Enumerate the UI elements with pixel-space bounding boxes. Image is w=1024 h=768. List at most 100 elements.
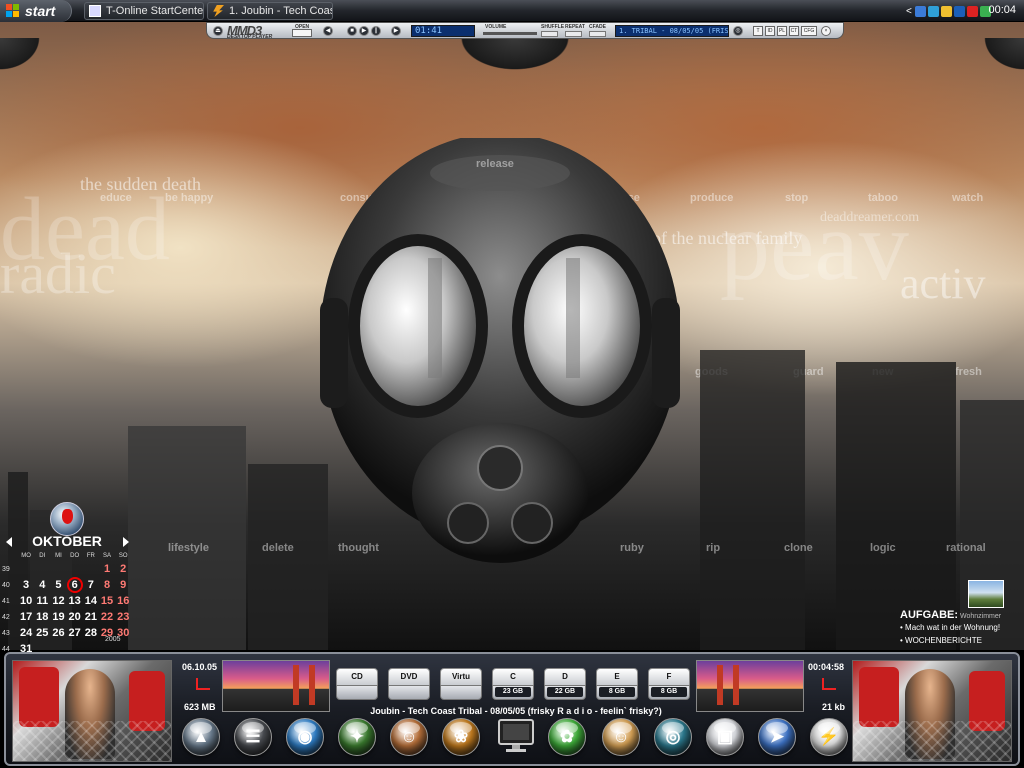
calendar-day[interactable]: 22 [99,611,115,623]
calendar-day[interactable]: 24 [18,627,34,639]
player-shuffle-toggle[interactable] [541,31,558,37]
calendar-day[interactable]: 14 [83,595,99,607]
drive-f[interactable]: F 8 GB [648,668,690,702]
calendar-day[interactable]: 18 [34,611,50,623]
calendar-day[interactable]: 1 [99,563,115,575]
tray-network-icon[interactable] [914,5,926,17]
player-eject-button[interactable]: ⏏ [213,26,223,36]
drive-label: C [492,668,534,686]
now-playing-text: Joubin - Tech Coast Tribal - 08/05/05 (f… [370,706,662,716]
tray-bluetooth-icon[interactable] [953,5,965,17]
desktop-wallpaper: dead radic peav activ the sudden death o… [0,18,1024,650]
calendar-day[interactable]: 28 [83,627,99,639]
calendar-day[interactable]: 16 [115,595,131,607]
calendar-day[interactable]: 19 [50,611,66,623]
calendar-day[interactable]: 27 [67,627,83,639]
folder-icon[interactable]: ▣ [706,718,744,756]
player-pause-button[interactable]: ∥ [371,26,381,36]
calendar-day[interactable]: 4 [34,579,50,591]
tray-antivirus-icon[interactable] [966,5,978,17]
calendar-day[interactable]: 26 [50,627,66,639]
tray-security-icon[interactable] [940,5,952,17]
player-corner-right [964,38,1024,86]
calendar-week-row: 41 10 11 12 13 14 15 16 [2,593,131,609]
taskbar: start T-Online StartCenter 1. Joubin - T… [0,0,1024,22]
calendar-day[interactable]: 15 [99,595,115,607]
shark-icon[interactable]: ▲ [182,718,220,756]
radar-icon[interactable]: ✦ [338,718,376,756]
calendar-day[interactable]: 10 [18,595,34,607]
dock-scene-left[interactable] [222,660,330,712]
wohnzimmer-thumbnail[interactable] [968,580,1004,608]
drive-cd[interactable]: CD [336,668,378,702]
calendar-day[interactable]: 20 [67,611,83,623]
lightning-icon[interactable]: ⚡ [810,718,848,756]
player-t-button[interactable]: T [753,26,763,36]
portrait-icon[interactable]: ☺ [390,718,428,756]
monitor-icon[interactable] [496,718,536,754]
player-time-display: 01:41 [411,25,475,37]
orb-glyph: ◉ [297,727,313,746]
equalizer-icon[interactable]: ☰ [234,718,272,756]
calendar-today-marker: 6 [66,577,83,593]
dragon-icon[interactable]: ❀ [442,718,480,756]
calendar-day[interactable]: 25 [34,627,50,639]
player-repeat-toggle[interactable] [565,31,582,37]
player-close-button[interactable]: × [821,26,831,36]
calendar-day[interactable]: 21 [83,611,99,623]
player-open-button[interactable] [292,29,312,37]
player-logo: MMD3 DESKTOP PLAYER [227,23,272,40]
player-stop-button[interactable]: ■ [347,26,357,36]
explorer-icon[interactable]: ➤ [758,718,796,756]
calendar-widget: OKTOBER MO DI MI DO FR SA SO 39 1 2 40 3 4 5 6 7… [2,500,132,655]
drive-virtual[interactable]: Virtu [440,668,482,702]
calendar-day[interactable]: 23 [115,611,131,623]
calendar-day[interactable]: 7 [83,579,99,591]
taskbar-clock[interactable]: 00:04 [988,4,1016,16]
player-prev-button[interactable]: ◀ [323,26,333,36]
calendar-day-header: MI [55,553,62,559]
tray-expand-arrow-icon[interactable]: < [906,6,912,17]
calendar-day[interactable]: 3 [18,579,34,591]
player-settings-button[interactable]: ◎ [733,26,743,36]
player-id-button[interactable]: ID [765,26,775,36]
drive-d[interactable]: D 22 GB [544,668,586,702]
player-cfade-toggle[interactable] [589,31,606,37]
start-button[interactable]: start [0,0,72,22]
calendar-week-row: 42 17 18 19 20 21 22 23 [2,609,131,625]
drive-dvd[interactable]: DVD [388,668,430,702]
taskbar-window-tonline[interactable]: T-Online StartCenter [84,2,204,20]
calendar-day[interactable]: 9 [115,579,131,591]
orb-glyph: ➤ [769,727,785,746]
calendar-day[interactable]: 5 [50,579,66,591]
player-play-button[interactable]: ▶ [359,26,369,36]
taskbar-window-player[interactable]: 1. Joubin - Tech Coas... [207,2,333,20]
aqua-icon[interactable]: ◎ [654,718,692,756]
calendar-next-month-button[interactable] [123,537,129,547]
player-volume-slider[interactable] [483,32,537,35]
calendar-day[interactable]: 12 [50,595,66,607]
drive-e[interactable]: E 8 GB [596,668,638,702]
drive-c[interactable]: C 23 GB [492,668,534,702]
calendar-day[interactable]: 2 [115,563,131,575]
wallpaper-word-radic: radic [0,241,116,306]
calendar-day[interactable]: 11 [34,595,50,607]
player-pl-button[interactable]: PL [777,26,787,36]
icq-icon[interactable]: ✿ [548,718,586,756]
player-ct-button[interactable]: CT [789,26,799,36]
calendar-day[interactable]: 6 [66,577,83,593]
dock-memory: 623 MB [184,702,216,712]
calendar-day[interactable]: 13 [67,595,83,607]
player-next-button[interactable]: ▶ [391,26,401,36]
globe-icon[interactable]: ◉ [286,718,324,756]
player-corner-left [0,38,60,86]
woman-icon[interactable]: ☺ [602,718,640,756]
calendar-day[interactable]: 17 [18,611,34,623]
thumbnail-label: Wohnzimmer [960,613,1002,620]
calendar-day-header: SA [103,553,112,559]
calendar-week-number: 42 [2,613,10,621]
player-cfg-button[interactable]: CFG [801,26,817,36]
tray-messenger-icon[interactable] [927,5,939,17]
calendar-day[interactable]: 8 [99,579,115,591]
dock-scene-right[interactable] [696,660,804,712]
